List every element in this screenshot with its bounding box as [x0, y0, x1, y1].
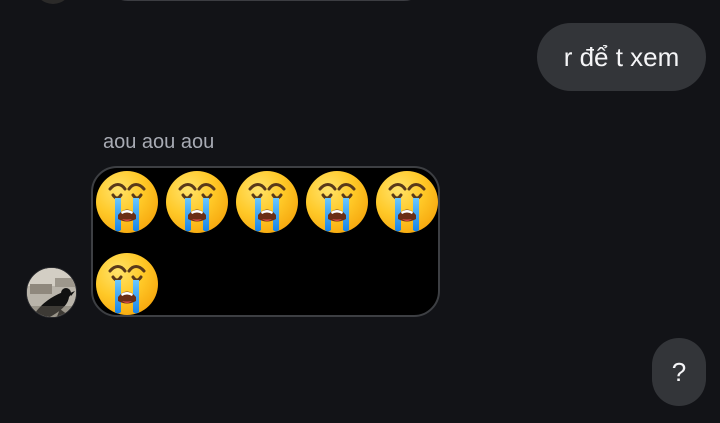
previous-avatar[interactable]	[34, 0, 72, 4]
crying-emoji-grid	[94, 169, 438, 315]
sender-avatar[interactable]	[26, 267, 77, 318]
emoji-message-bubble[interactable]	[91, 166, 440, 317]
crying-face-icon	[234, 169, 300, 235]
question-message-bubble[interactable]: ?	[652, 338, 706, 406]
outgoing-message-bubble[interactable]: r để t xem	[537, 23, 706, 91]
previous-message-bubble[interactable]	[104, 0, 428, 1]
chat-thread: r để t xem aou aou aou ?	[0, 0, 720, 423]
sender-name: aou aou aou	[103, 131, 215, 153]
crying-face-icon	[374, 169, 438, 235]
bird-avatar-icon	[27, 268, 76, 317]
crying-face-icon	[94, 251, 160, 315]
crying-face-icon	[94, 169, 160, 235]
crying-face-icon	[164, 169, 230, 235]
crying-face-icon	[304, 169, 370, 235]
